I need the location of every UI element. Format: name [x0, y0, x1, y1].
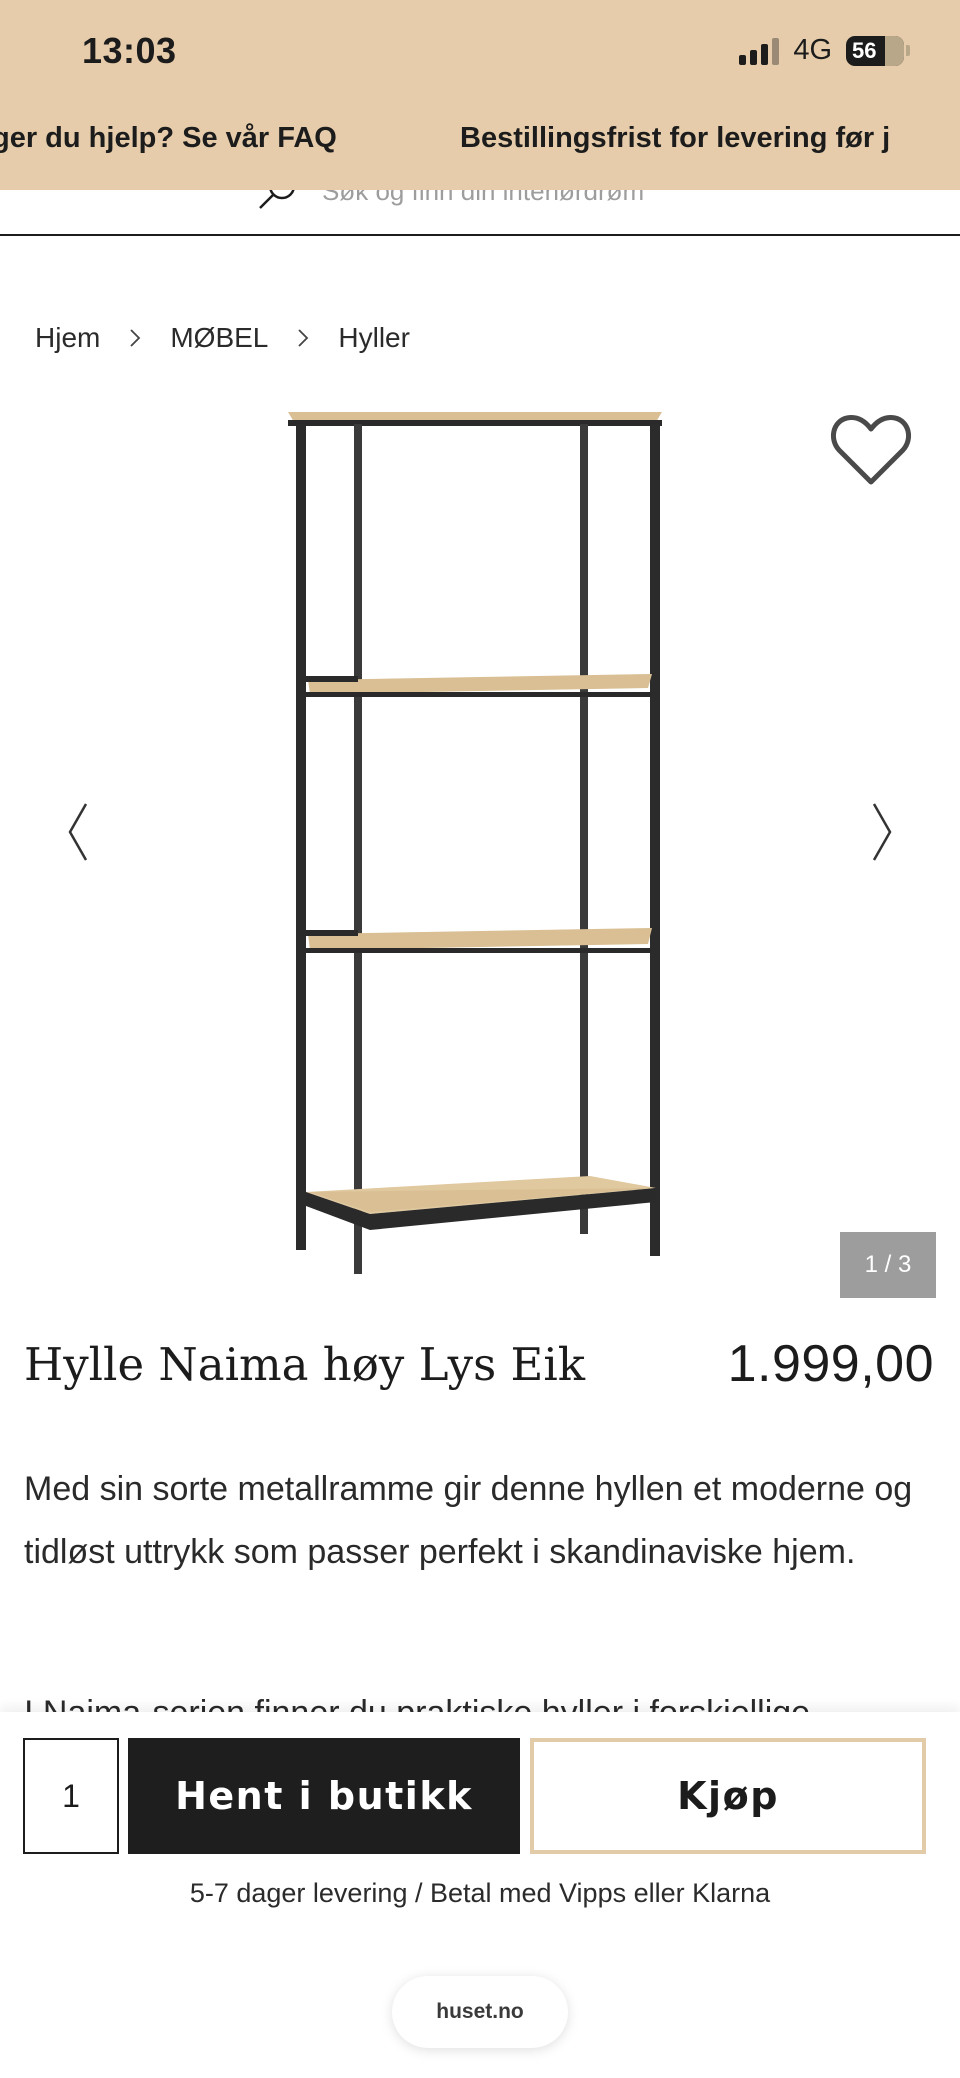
breadcrumb-mobel[interactable]: MØBEL [170, 322, 268, 354]
product-description-continued: I Naima-serien finner du praktiske hylle… [24, 1682, 936, 1712]
status-indicators: 4G 56 [739, 34, 910, 67]
breadcrumb-hyller[interactable]: Hyller [338, 322, 410, 354]
buy-button[interactable]: Kjøp [530, 1738, 926, 1854]
product-gallery[interactable]: 1 / 3 [0, 384, 960, 1300]
breadcrumb: Hjem MØBEL Hyller [35, 322, 410, 354]
chevron-right-icon[interactable] [866, 800, 896, 864]
product-title: Hylle Naima høy Lys Eik [24, 1338, 586, 1391]
search-bar[interactable]: Søk og finn din interiørdrøm [0, 190, 960, 236]
product-image[interactable] [270, 384, 690, 1300]
browser-url-bar[interactable]: huset.no [392, 1976, 568, 2048]
promo-marquee[interactable]: ger du hjelp? Se vår FAQ Bestillingsfris… [0, 122, 960, 162]
search-icon[interactable] [256, 190, 300, 212]
signal-icon [739, 37, 780, 65]
chevron-left-icon[interactable] [64, 800, 94, 864]
network-label: 4G [793, 34, 832, 66]
heart-icon[interactable] [830, 412, 912, 488]
battery-icon: 56 [846, 35, 904, 66]
product-price: 1.999,00 [727, 1335, 934, 1393]
product-description: Med sin sorte metallramme gir denne hyll… [24, 1470, 913, 1571]
image-counter: 1 / 3 [840, 1232, 936, 1298]
promo-faq-link[interactable]: ger du hjelp? Se vår FAQ [0, 122, 337, 155]
delivery-note: 5-7 dager levering / Betal med Vipps ell… [189, 1878, 771, 1908]
top-banner: 13:03 4G 56 ger du hjelp? Se vår FAQ Bes… [0, 0, 960, 190]
battery-level: 56 [852, 37, 877, 63]
status-time: 13:03 [82, 30, 177, 71]
pickup-in-store-button[interactable]: Hent i butikk [128, 1738, 520, 1854]
breadcrumb-home[interactable]: Hjem [35, 322, 100, 354]
battery-cap [906, 45, 910, 56]
search-placeholder[interactable]: Søk og finn din interiørdrøm [322, 190, 644, 207]
quantity-input[interactable] [23, 1738, 119, 1854]
chevron-right-icon [298, 329, 309, 347]
promo-deadline-text[interactable]: Bestillingsfrist for levering før j [460, 122, 890, 155]
chevron-right-icon [130, 329, 141, 347]
